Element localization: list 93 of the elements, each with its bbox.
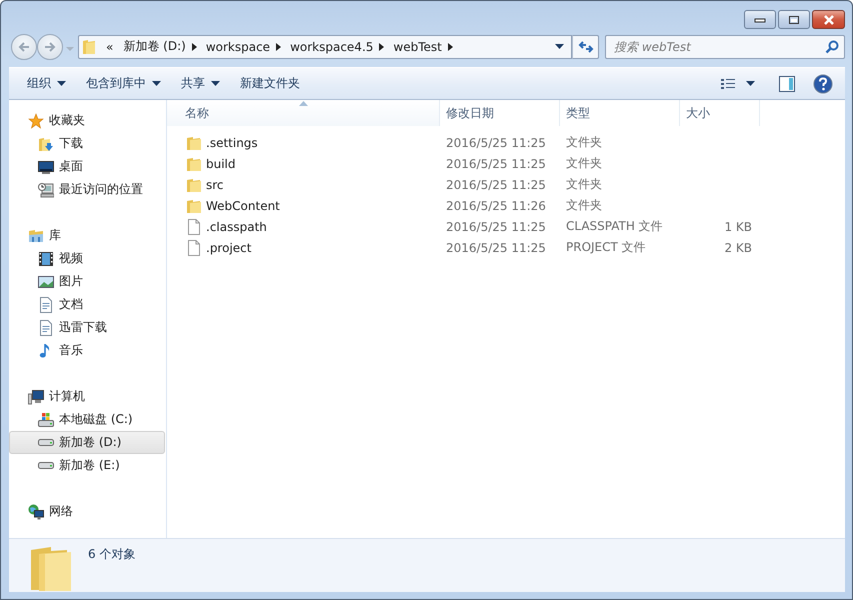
file-name[interactable]: .settings xyxy=(206,136,258,150)
table-cell: 2016/5/25 11:25 xyxy=(446,240,546,254)
table-cell: 1 KB xyxy=(724,220,752,234)
table-cell: 2016/5/25 11:25 xyxy=(446,136,546,150)
folder-icon xyxy=(82,38,96,54)
table-cell: 2016/5/25 11:25 xyxy=(446,178,546,192)
overflow-chevrons[interactable]: « xyxy=(106,40,120,54)
folder-icon xyxy=(186,198,202,214)
file-name[interactable]: build xyxy=(206,156,236,170)
folder-icon xyxy=(29,546,73,592)
maximize-button[interactable] xyxy=(778,10,810,29)
chevron-icon[interactable] xyxy=(192,42,197,50)
star-icon xyxy=(28,112,44,128)
sidebar-item[interactable]: 视频 xyxy=(9,247,165,270)
back-arrow-icon xyxy=(17,40,31,52)
chevron-icon[interactable] xyxy=(276,42,282,50)
refresh-arrows-icon xyxy=(578,40,594,54)
file-name[interactable]: .project xyxy=(206,240,252,254)
table-cell: PROJECT 文件 xyxy=(566,239,646,256)
refresh-button[interactable] xyxy=(572,34,599,58)
computer-icon xyxy=(28,388,44,404)
column-header[interactable]: 大小 xyxy=(680,100,760,126)
sidebar-item[interactable]: 桌面 xyxy=(9,155,165,178)
forward-arrow-icon xyxy=(43,40,57,52)
sidebar-heading[interactable]: 网络 xyxy=(9,500,165,523)
sidebar-item[interactable]: 下载 xyxy=(9,132,165,155)
file-name[interactable]: src xyxy=(206,178,224,192)
minimize-icon xyxy=(754,16,766,22)
drive-icon xyxy=(38,439,54,446)
table-cell: CLASSPATH 文件 xyxy=(566,218,663,235)
search-icon[interactable] xyxy=(825,40,839,54)
column-header[interactable]: 类型 xyxy=(560,100,680,126)
column-header[interactable]: 修改日期 xyxy=(440,100,560,126)
preview-pane-icon[interactable] xyxy=(779,76,795,92)
search-field[interactable]: 搜索 webTest xyxy=(605,34,845,58)
table-cell: 2016/5/25 11:25 xyxy=(446,156,546,170)
film-strip-icon xyxy=(38,250,54,266)
folder-icon xyxy=(186,156,202,172)
breadcrumb-item[interactable]: 新加卷 (D:) xyxy=(120,38,192,55)
chevron-icon[interactable] xyxy=(448,42,453,50)
computer-clock-icon xyxy=(38,182,54,198)
table-cell: 2016/5/25 11:25 xyxy=(446,220,546,234)
document-icon xyxy=(38,320,54,336)
document-icon xyxy=(38,296,54,312)
table-cell: 2016/5/25 11:26 xyxy=(446,198,546,212)
breadcrumb-item[interactable]: workspace4.5 xyxy=(287,40,380,54)
toolbar-button[interactable]: 共享 xyxy=(171,72,230,96)
sidebar-heading[interactable]: 库 xyxy=(9,224,165,247)
table-cell: 文件夹 xyxy=(566,197,602,214)
dropdown-caret-icon[interactable] xyxy=(746,80,755,86)
file-icon xyxy=(186,240,202,256)
sidebar-item[interactable]: 音乐 xyxy=(9,339,165,362)
table-cell: 文件夹 xyxy=(566,134,602,151)
close-button[interactable] xyxy=(812,10,845,29)
download-folder-icon xyxy=(38,136,54,152)
close-icon xyxy=(822,14,834,24)
sidebar-item[interactable]: 新加卷 (D:) xyxy=(9,431,165,454)
picture-icon xyxy=(38,274,54,290)
folder-icon xyxy=(186,176,202,192)
table-cell: 文件夹 xyxy=(566,176,602,193)
item-count: 6 个对象 xyxy=(88,546,136,563)
sidebar-heading[interactable]: 计算机 xyxy=(9,385,165,408)
breadcrumb-item[interactable]: workspace xyxy=(202,40,276,54)
network-globe-icon xyxy=(28,504,44,520)
monitor-icon xyxy=(38,158,54,174)
dropdown-caret-icon[interactable] xyxy=(555,44,564,50)
table-cell: 文件夹 xyxy=(566,155,602,172)
file-name[interactable]: WebContent xyxy=(206,198,280,212)
sidebar-item[interactable]: 新加卷 (E:) xyxy=(9,454,165,477)
toolbar-button[interactable]: 新建文件夹 xyxy=(230,72,310,96)
sidebar-item[interactable]: 最近访问的位置 xyxy=(9,178,165,201)
library-folder-icon xyxy=(28,228,44,244)
toolbar-button[interactable]: 包含到库中 xyxy=(76,72,171,96)
column-header[interactable]: 名称 xyxy=(167,100,440,126)
sidebar-heading[interactable]: 收藏夹 xyxy=(9,109,165,132)
breadcrumb-item[interactable]: webTest xyxy=(390,40,448,54)
drive-icon xyxy=(38,462,54,469)
drive-windows-icon xyxy=(38,412,54,428)
minimize-button[interactable] xyxy=(744,10,776,29)
table-cell: 2 KB xyxy=(724,240,752,254)
sidebar-item[interactable]: 图片 xyxy=(9,270,165,293)
folder-icon xyxy=(186,134,202,150)
toolbar-button[interactable]: 组织 xyxy=(17,72,76,96)
sidebar-item[interactable]: 迅雷下载 xyxy=(9,316,165,339)
view-list-icon[interactable] xyxy=(720,76,736,90)
file-icon xyxy=(186,218,202,234)
help-icon[interactable] xyxy=(813,74,833,94)
file-name[interactable]: .classpath xyxy=(206,220,267,234)
sidebar-item[interactable]: 本地磁盘 (C:) xyxy=(9,408,165,431)
chevron-icon[interactable] xyxy=(379,42,384,50)
address-bar[interactable]: « 新加卷 (D:) workspace workspace4.5 webTest xyxy=(78,34,572,58)
sidebar-item[interactable]: 文档 xyxy=(9,293,165,316)
maximize-icon xyxy=(788,14,800,24)
